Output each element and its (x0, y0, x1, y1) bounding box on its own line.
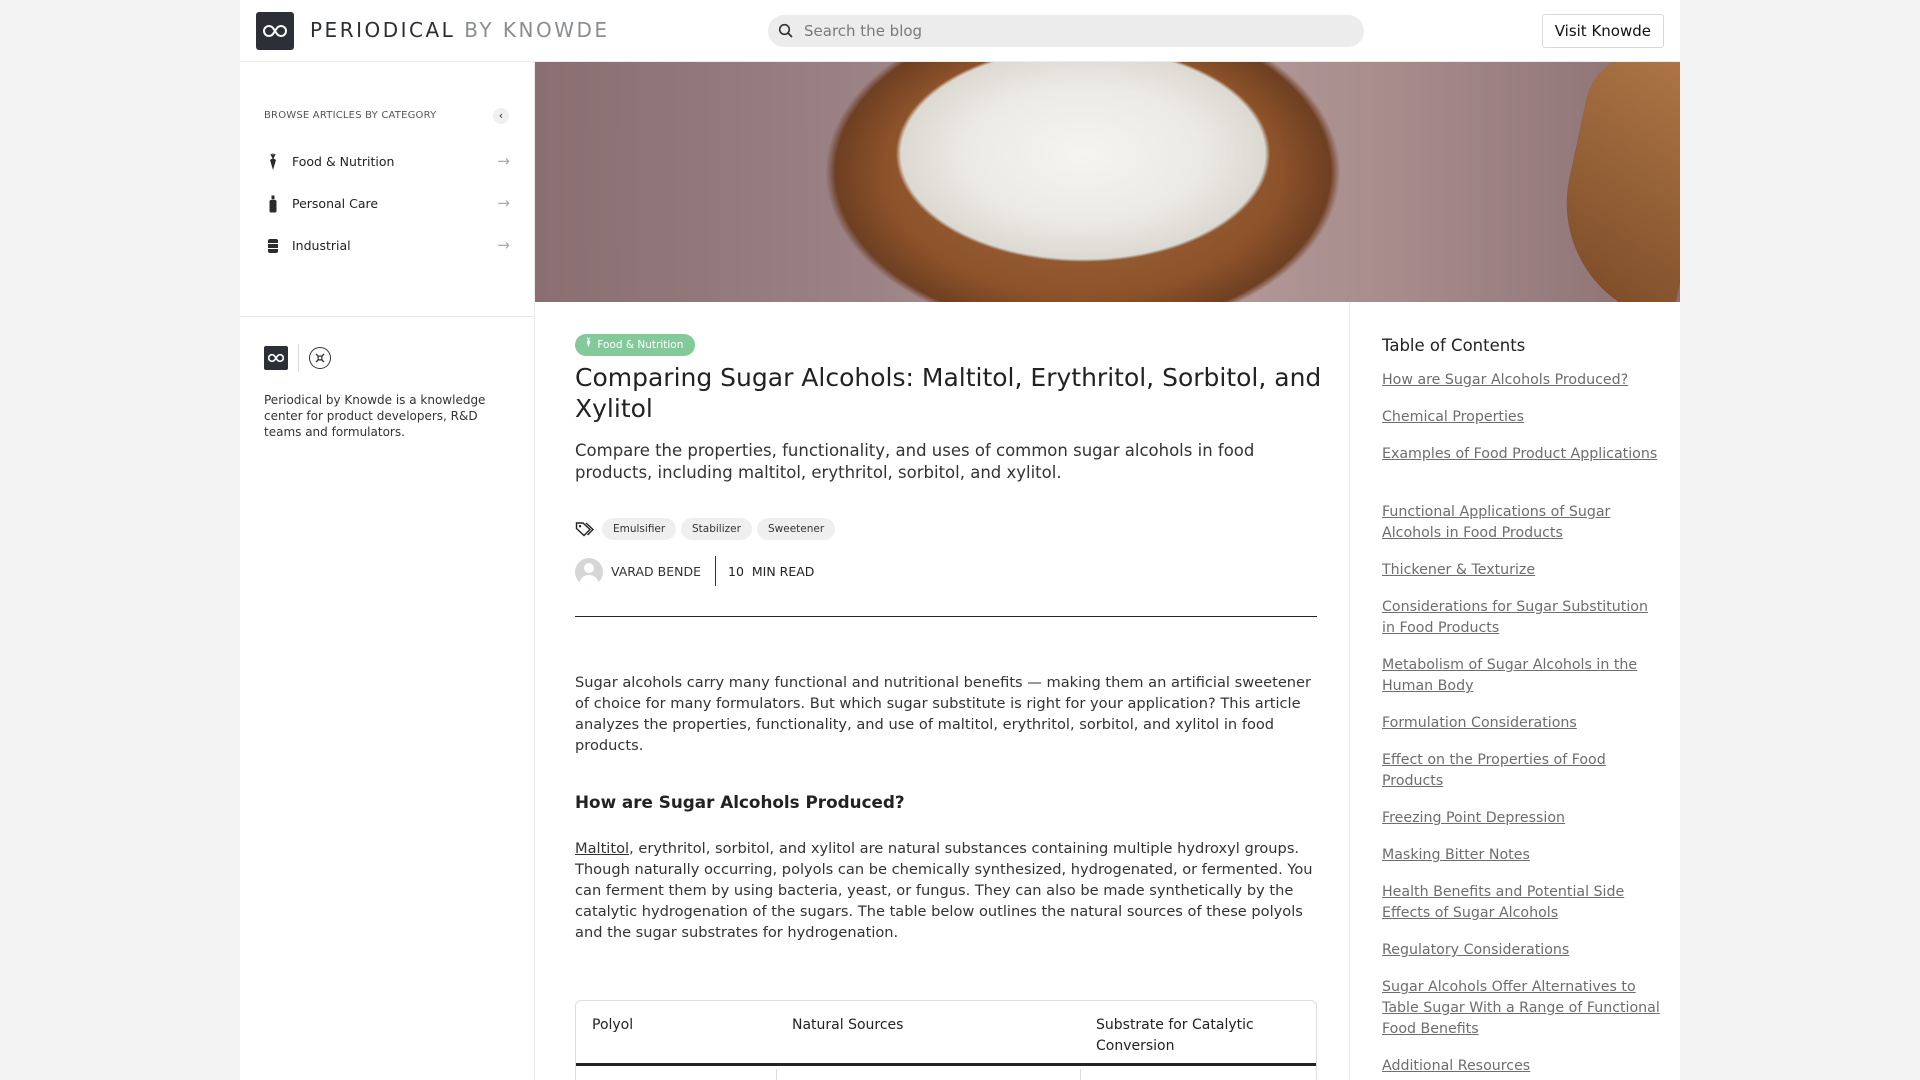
toc-link-freezing-point[interactable]: Freezing Point Depression (1382, 808, 1662, 829)
barrel-icon (266, 237, 280, 255)
about-text: Periodical by Knowde is a knowledge cent… (264, 393, 486, 439)
toc-link-health-benefits[interactable]: Health Benefits and Potential Side Effec… (1382, 882, 1662, 924)
toc-link-thickener-texturize[interactable]: Thickener & Texturize (1382, 560, 1662, 581)
avatar[interactable] (575, 558, 603, 586)
sidebar-divider (240, 316, 535, 317)
sidebar-item-industrial[interactable]: Industrial → (264, 231, 510, 261)
search-input[interactable] (804, 15, 1344, 47)
search-bar[interactable] (768, 15, 1364, 47)
read-time: 10 MIN READ (728, 564, 815, 579)
arrow-right-icon: → (497, 194, 510, 212)
category-badge-label: Food & Nutrition (597, 339, 684, 351)
tag-icon (575, 522, 595, 537)
periodical-mark-icon[interactable] (309, 347, 331, 369)
sidebar-item-label: Personal Care (292, 196, 379, 211)
carrot-icon (585, 334, 594, 356)
sidebar-item-label: Industrial (292, 238, 351, 253)
toc-link-additional-resources[interactable]: Additional Resources (1382, 1056, 1662, 1077)
author-separator (715, 556, 716, 586)
top-header: PERIODICAL BY KNOWDE Visit Knowde (240, 0, 1680, 62)
toc-title: Table of Contents (1382, 336, 1526, 355)
article-main: Food & Nutrition Comparing Sugar Alcohol… (535, 62, 1680, 1080)
tag-emulsifier[interactable]: Emulsifier (602, 518, 677, 540)
production-paragraph: Maltitol, erythritol, sorbitol, and xyli… (575, 838, 1320, 943)
brand-main: PERIODICAL (310, 18, 456, 42)
maltitol-link[interactable]: Maltitol (575, 840, 629, 857)
sidebar-logo-separator (298, 344, 299, 372)
knowde-logo[interactable] (256, 12, 294, 50)
tag-sweetener[interactable]: Sweetener (757, 518, 836, 540)
arrow-right-icon: → (497, 152, 510, 170)
search-icon (778, 23, 793, 38)
article-divider (575, 616, 1317, 617)
toc-link-effect-properties[interactable]: Effect on the Properties of Food Product… (1382, 750, 1662, 792)
carrot-icon (266, 153, 280, 171)
toc-link-sugar-substitution[interactable]: Considerations for Sugar Substitution in… (1382, 597, 1662, 639)
collapse-sidebar-button[interactable]: ‹ (493, 108, 509, 124)
toc-link-sugar-alcohols-produced[interactable]: How are Sugar Alcohols Produced? (1382, 370, 1662, 391)
toc-link-regulatory[interactable]: Regulatory Considerations (1382, 940, 1662, 961)
browse-title: BROWSE ARTICLES BY CATEGORY (264, 110, 437, 121)
author-name[interactable]: VARAD BENDE (611, 564, 701, 579)
brand-sub: BY KNOWDE (464, 18, 610, 42)
section-heading: How are Sugar Alcohols Produced? (575, 792, 905, 812)
infinity-icon (268, 353, 284, 363)
toc-link-metabolism[interactable]: Metabolism of Sugar Alcohols in the Huma… (1382, 655, 1662, 697)
sidebar-item-personal-care[interactable]: Personal Care → (264, 189, 510, 219)
polyol-table: Polyol Natural Sources Substrate for Cat… (575, 1000, 1317, 1080)
table-header-natural-sources: Natural Sources (792, 1017, 904, 1033)
hero-image (535, 62, 1680, 302)
intro-paragraph: Sugar alcohols carry many functional and… (575, 674, 1312, 754)
table-column-separator (1080, 1069, 1081, 1080)
toc-link-formulation[interactable]: Formulation Considerations (1382, 713, 1662, 734)
visit-knowde-button[interactable]: Visit Knowde (1541, 14, 1664, 48)
infinity-icon (263, 24, 287, 38)
toc-link-alternatives[interactable]: Sugar Alcohols Offer Alternatives to Tab… (1382, 977, 1662, 1040)
toc-link-chemical-properties[interactable]: Chemical Properties (1382, 407, 1662, 428)
bottle-icon (266, 195, 280, 213)
table-header-rule (576, 1063, 1316, 1066)
toc-link-food-product-applications[interactable]: Examples of Food Product Applications (1382, 444, 1662, 465)
table-header-polyol: Polyol (592, 1017, 634, 1033)
toc-link-masking-bitter[interactable]: Masking Bitter Notes (1382, 845, 1662, 866)
table-column-separator (776, 1069, 777, 1080)
category-sidebar: BROWSE ARTICLES BY CATEGORY ‹ Food & Nut… (240, 62, 535, 1080)
sidebar-item-food-nutrition[interactable]: Food & Nutrition → (264, 147, 510, 177)
table-of-contents: Table of Contents How are Sugar Alcohols… (1349, 302, 1680, 1080)
category-badge[interactable]: Food & Nutrition (575, 334, 696, 356)
article-title: Comparing Sugar Alcohols: Maltitol, Eryt… (575, 363, 1322, 423)
brand-wordmark[interactable]: PERIODICAL BY KNOWDE (310, 18, 610, 42)
table-header-substrate: Substrate for Catalytic Conversion (1096, 1017, 1254, 1054)
sidebar-item-label: Food & Nutrition (292, 154, 395, 169)
production-paragraph-text: , erythritol, sorbitol, and xylitol are … (575, 840, 1313, 941)
article-summary: Compare the properties, functionality, a… (575, 441, 1255, 482)
arrow-right-icon: → (497, 236, 510, 254)
toc-link-functional-applications[interactable]: Functional Applications of Sugar Alcohol… (1382, 502, 1662, 544)
hero-spoon-shape (1544, 62, 1680, 302)
tag-stabilizer[interactable]: Stabilizer (681, 518, 752, 540)
knowde-small-logo[interactable] (264, 346, 288, 370)
